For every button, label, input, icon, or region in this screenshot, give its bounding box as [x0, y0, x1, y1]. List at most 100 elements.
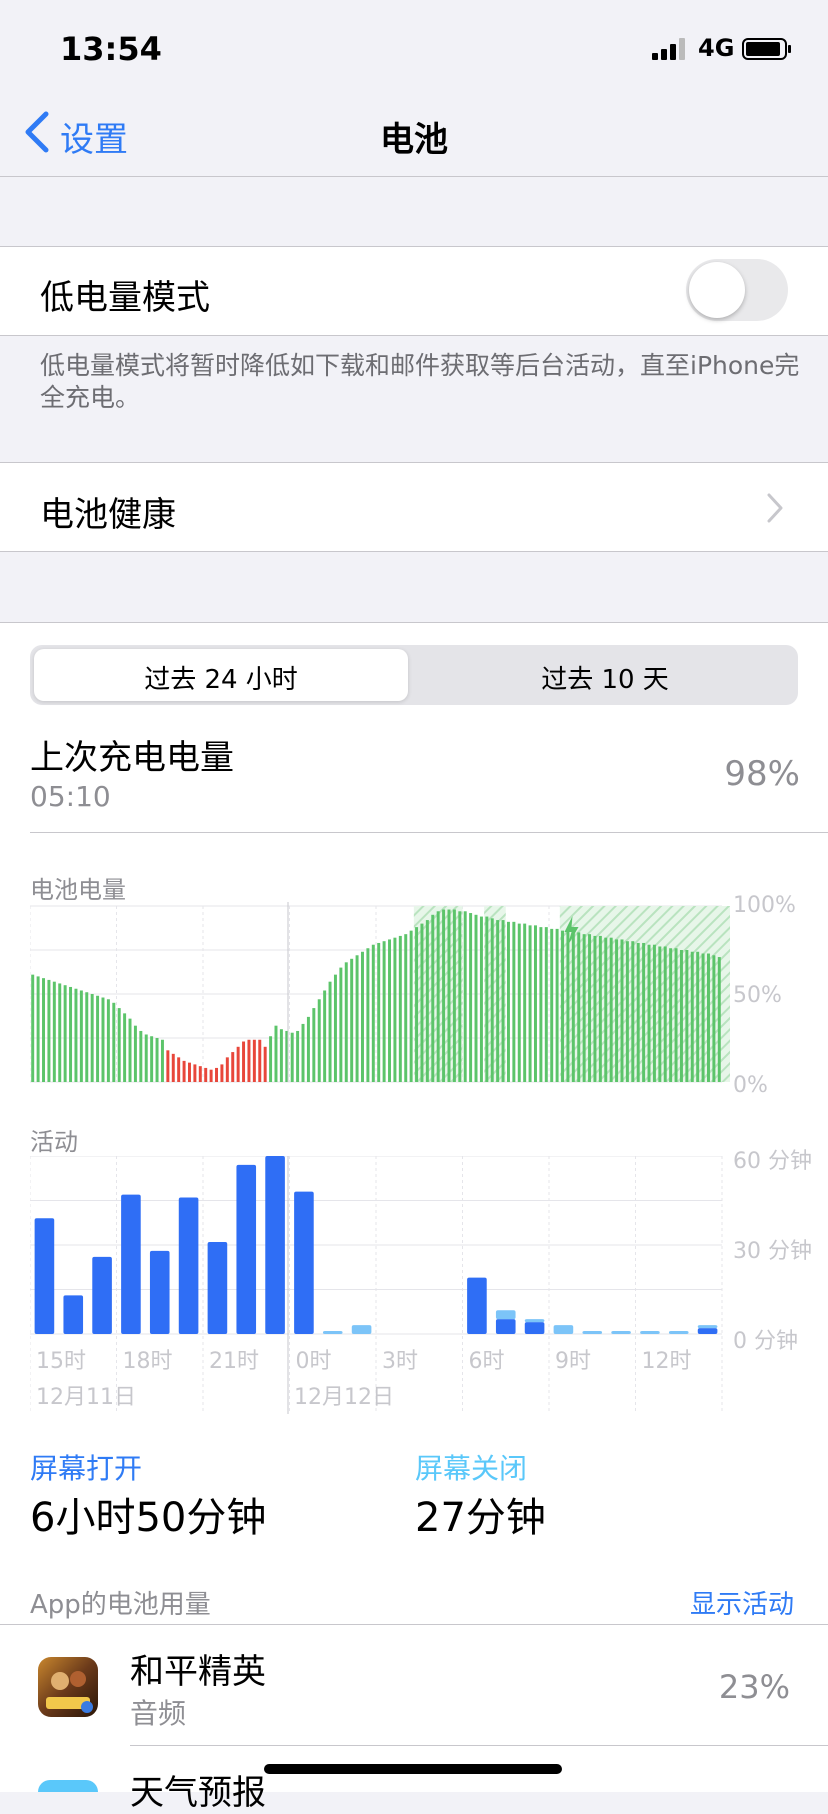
- battery-level-bar: [469, 913, 473, 1082]
- x-tick-label: 6时: [469, 1349, 505, 1374]
- activity-y-tick-60: 60 分钟: [733, 1149, 812, 1174]
- segment-last-10-days[interactable]: 过去 10 天: [415, 659, 795, 696]
- battery-level-bar: [139, 1030, 143, 1082]
- battery-level-bar: [674, 948, 678, 1082]
- screen-on-bar: [63, 1295, 84, 1334]
- x-tick-label: 9时: [555, 1349, 591, 1374]
- screen-off-bar: [640, 1331, 660, 1334]
- battery-level-bar: [382, 941, 386, 1082]
- battery-level-bar: [544, 927, 548, 1082]
- battery-level-bar: [339, 967, 343, 1082]
- segment-last-24-hours[interactable]: 过去 24 小时: [31, 659, 411, 696]
- screen-on-bar: [149, 1250, 170, 1334]
- battery-level-bar: [458, 911, 462, 1082]
- battery-level-bar: [604, 937, 608, 1082]
- battery-level-bar: [409, 930, 413, 1082]
- screen-on-bar: [495, 1319, 516, 1334]
- battery-level-bar: [187, 1062, 191, 1082]
- battery-level-bar: [333, 974, 337, 1082]
- battery-level-bar: [442, 909, 446, 1082]
- battery-level-bar: [598, 935, 602, 1082]
- battery-level-bar: [415, 927, 419, 1082]
- screen-on-bar: [34, 1218, 55, 1334]
- x-tick-label: 12时: [642, 1349, 692, 1374]
- battery-level-bar: [647, 944, 651, 1082]
- home-indicator[interactable]: [264, 1764, 562, 1774]
- screen-off-bar: [697, 1325, 718, 1329]
- battery-level-bar: [360, 951, 364, 1082]
- weather-app-icon: [38, 1780, 98, 1792]
- battery-level-bar: [215, 1067, 219, 1082]
- screen-off-label: 屏幕关闭: [415, 1452, 528, 1485]
- last-charge-percent: 98%: [724, 754, 800, 794]
- x-tick-label: 18时: [123, 1349, 173, 1374]
- battery-level-bar: [301, 1023, 305, 1082]
- x-tick-label: 3时: [382, 1349, 418, 1374]
- battery-level-bar: [609, 937, 613, 1082]
- battery-level-bar: [155, 1038, 159, 1082]
- x-tick-label: 21时: [209, 1349, 259, 1374]
- back-button[interactable]: 设置: [60, 112, 128, 161]
- battery-level-bar: [52, 981, 56, 1082]
- activity-y-tick-30: 30 分钟: [733, 1239, 812, 1264]
- battery-level-bar: [366, 948, 370, 1082]
- low-power-footnote: 低电量模式将暂时降低如下载和邮件获取等后台活动，直至iPhone完全充电。: [40, 351, 800, 412]
- battery-level-bar: [690, 951, 694, 1082]
- battery-level-bar: [274, 1025, 278, 1082]
- battery-level-bar: [236, 1046, 240, 1082]
- battery-level-bar: [447, 909, 451, 1082]
- battery-level-bar: [577, 932, 581, 1082]
- battery-level-bar: [177, 1057, 181, 1082]
- battery-level-bar: [182, 1060, 186, 1082]
- screen-on-bar: [467, 1277, 487, 1334]
- battery-level-bar: [615, 939, 619, 1082]
- battery-level-bar: [490, 918, 494, 1082]
- battery-level-bar: [371, 944, 375, 1082]
- battery-y-tick-0: 0%: [733, 1073, 768, 1098]
- battery-level-bar: [323, 990, 327, 1082]
- activity-chart: 15时 18时 21时 0时 3时 6时 9时 12时 12月11日 12月12日: [30, 1156, 723, 1414]
- battery-level-bar: [101, 997, 105, 1082]
- battery-level-bar: [90, 994, 94, 1082]
- battery-level-bar: [679, 950, 683, 1082]
- battery-level-bar: [398, 935, 402, 1082]
- battery-level-bar: [344, 962, 348, 1082]
- battery-level-bar: [263, 1046, 267, 1082]
- battery-level-bar: [47, 979, 51, 1082]
- date-label: 12月12日: [294, 1385, 394, 1410]
- battery-level-bar: [96, 995, 100, 1082]
- screen-off-bar: [524, 1319, 545, 1323]
- battery-level-bar: [306, 1016, 310, 1082]
- show-activity-button[interactable]: 显示活动: [690, 1584, 794, 1621]
- screen-on-bar: [236, 1164, 257, 1334]
- battery-level-bar: [528, 925, 532, 1082]
- battery-level-bar: [701, 953, 705, 1082]
- battery-level-bar: [79, 990, 83, 1082]
- battery-level-bar: [242, 1041, 246, 1082]
- app-subtitle: 音频: [130, 1697, 187, 1730]
- battery-level-bar: [204, 1067, 208, 1082]
- battery-level-bar: [393, 937, 397, 1082]
- screen-off-bar: [553, 1325, 574, 1334]
- battery-level-bar: [225, 1057, 229, 1082]
- app-name: 和平精英: [130, 1652, 266, 1692]
- battery-level-bar: [566, 930, 570, 1082]
- battery-level-bar: [404, 934, 408, 1082]
- app-percent: 23%: [718, 1668, 790, 1706]
- activity-y-tick-0: 0 分钟: [733, 1329, 798, 1354]
- battery-level-bar: [377, 942, 381, 1082]
- battery-level-bar: [561, 930, 565, 1082]
- battery-level-bar: [539, 927, 543, 1082]
- status-time: 13:54: [60, 30, 162, 68]
- battery-level-bar: [712, 955, 716, 1082]
- battery-level-bar: [425, 920, 429, 1082]
- battery-level-bar: [571, 932, 575, 1082]
- battery-level-bar: [717, 957, 721, 1082]
- battery-level-bar: [533, 925, 537, 1082]
- battery-level-bar: [160, 1039, 164, 1082]
- battery-level-bar: [652, 944, 656, 1082]
- screen-on-bar: [697, 1328, 718, 1334]
- battery-level-bar: [317, 999, 321, 1082]
- battery-level-bar: [252, 1039, 256, 1082]
- screen-on-bar: [92, 1256, 112, 1334]
